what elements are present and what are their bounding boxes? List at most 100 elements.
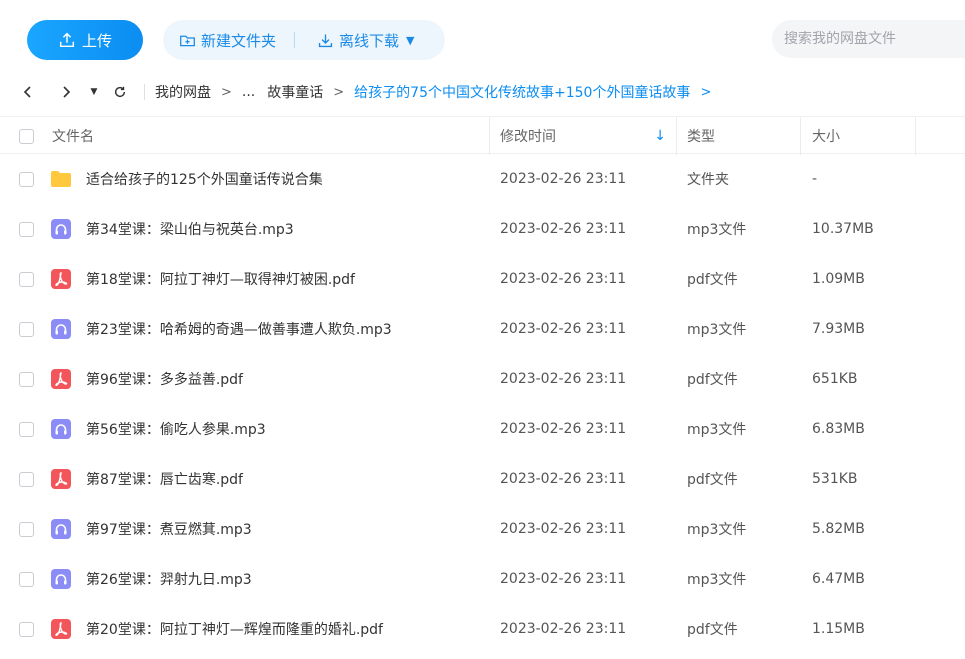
file-size: 7.93MB — [812, 321, 865, 337]
file-name[interactable]: 第34堂课：梁山伯与祝英台.mp3 — [86, 219, 294, 239]
file-name-cell: 第34堂课：梁山伯与祝英台.mp3 — [86, 204, 294, 254]
row-checkbox[interactable] — [19, 321, 34, 337]
breadcrumb-stories[interactable]: 故事童话 — [267, 82, 323, 102]
row-checkbox[interactable] — [19, 521, 34, 537]
modified-cell: 2023-02-26 23:11 — [500, 404, 626, 454]
file-table: 文件名 修改时间 ↓ 类型 大小 适合给孩子的125个外国童话传说合集 2023… — [0, 116, 965, 654]
table-row[interactable]: 第97堂课：煮豆燃萁.mp3 2023-02-26 23:11 mp3文件 5.… — [0, 504, 965, 554]
file-icon-cell — [50, 204, 72, 254]
type-cell: pdf文件 — [687, 604, 738, 654]
file-icon-cell — [50, 504, 72, 554]
file-type: mp3文件 — [687, 422, 747, 438]
table-header: 文件名 修改时间 ↓ 类型 大小 — [0, 116, 965, 155]
search-input[interactable] — [772, 20, 965, 58]
table-row[interactable]: 第23堂课：哈希姆的奇遇—做善事遭人欺负.mp3 2023-02-26 23:1… — [0, 304, 965, 354]
pdf-file-icon — [50, 368, 72, 390]
forward-button[interactable] — [56, 82, 76, 102]
file-icon-cell — [50, 554, 72, 604]
offline-download-button[interactable]: 离线下载 ▼ — [317, 20, 414, 60]
type-cell: mp3文件 — [687, 554, 746, 604]
row-checkbox[interactable] — [19, 571, 34, 587]
type-cell: mp3文件 — [687, 304, 746, 354]
table-row[interactable]: 第20堂课：阿拉丁神灯—辉煌而隆重的婚礼.pdf 2023-02-26 23:1… — [0, 604, 965, 654]
chevron-right-icon — [63, 86, 71, 98]
table-row[interactable]: 第96堂课：多多益善.pdf 2023-02-26 23:11 pdf文件 65… — [0, 354, 965, 404]
breadcrumb-my-disk[interactable]: 我的网盘 — [155, 82, 211, 102]
modified-time: 2023-02-26 23:11 — [500, 471, 627, 487]
type-cell: mp3文件 — [687, 504, 746, 554]
modified-cell: 2023-02-26 23:11 — [500, 154, 626, 204]
header-type[interactable]: 类型 — [687, 117, 801, 155]
row-checkbox-cell — [19, 354, 34, 404]
upload-label: 上传 — [81, 31, 112, 50]
toolbar: 上传 新建文件夹 离线下载 ▼ — [0, 0, 965, 70]
chevron-left-icon — [23, 86, 31, 98]
breadcrumb-current-folder[interactable]: 给孩子的75个中国文化传统故事+150个外国童话故事 — [354, 82, 690, 102]
file-type: pdf文件 — [687, 622, 738, 638]
header-name[interactable]: 文件名 — [52, 117, 490, 155]
row-checkbox[interactable] — [19, 421, 34, 437]
modified-cell: 2023-02-26 23:11 — [500, 604, 626, 654]
history-dropdown-button[interactable]: ▼ — [84, 82, 104, 102]
new-folder-icon — [180, 35, 195, 46]
file-name[interactable]: 第96堂课：多多益善.pdf — [86, 369, 243, 389]
pdf-file-icon — [50, 468, 72, 490]
file-name[interactable]: 适合给孩子的125个外国童话传说合集 — [86, 169, 323, 189]
back-button[interactable] — [18, 82, 38, 102]
file-name-cell: 第97堂课：煮豆燃萁.mp3 — [86, 504, 252, 554]
modified-time: 2023-02-26 23:11 — [500, 621, 627, 637]
file-name[interactable]: 第23堂课：哈希姆的奇遇—做善事遭人欺负.mp3 — [86, 319, 392, 339]
pdf-file-icon — [50, 268, 72, 290]
table-row[interactable]: 第18堂课：阿拉丁神灯—取得神灯被困.pdf 2023-02-26 23:11 … — [0, 254, 965, 304]
row-checkbox[interactable] — [19, 271, 34, 287]
breadcrumb-ellipsis[interactable]: ... — [242, 84, 255, 100]
table-row[interactable]: 第87堂课：唇亡齿寒.pdf 2023-02-26 23:11 pdf文件 53… — [0, 454, 965, 504]
row-checkbox-cell — [19, 604, 34, 654]
row-checkbox-cell — [19, 454, 34, 504]
new-folder-button[interactable]: 新建文件夹 — [163, 20, 294, 60]
modified-cell: 2023-02-26 23:11 — [500, 454, 626, 504]
table-row[interactable]: 第34堂课：梁山伯与祝英台.mp3 2023-02-26 23:11 mp3文件… — [0, 204, 965, 254]
table-row[interactable]: 第56堂课：偷吃人参果.mp3 2023-02-26 23:11 mp3文件 6… — [0, 404, 965, 454]
file-name[interactable]: 第87堂课：唇亡齿寒.pdf — [86, 469, 243, 489]
modified-cell: 2023-02-26 23:11 — [500, 354, 626, 404]
row-checkbox[interactable] — [19, 621, 34, 637]
caret-down-icon: ▼ — [90, 87, 98, 97]
file-type: mp3文件 — [687, 322, 747, 338]
file-name[interactable]: 第56堂课：偷吃人参果.mp3 — [86, 419, 266, 439]
navigation-bar: ▼ 我的网盘 > ... 故事童话 > 给孩子的75个中国文化传统故事+150个… — [0, 70, 965, 114]
select-all-checkbox[interactable] — [19, 128, 34, 144]
row-checkbox-cell — [19, 204, 34, 254]
modified-time: 2023-02-26 23:11 — [500, 321, 627, 337]
row-checkbox[interactable] — [19, 371, 34, 387]
header-size[interactable]: 大小 — [812, 117, 916, 155]
table-row[interactable]: 适合给孩子的125个外国童话传说合集 2023-02-26 23:11 文件夹 … — [0, 154, 965, 204]
header-name-label: 文件名 — [52, 129, 94, 145]
type-cell: mp3文件 — [687, 404, 746, 454]
modified-time: 2023-02-26 23:11 — [500, 271, 627, 287]
size-cell: 6.47MB — [812, 554, 865, 604]
file-name-cell: 第96堂课：多多益善.pdf — [86, 354, 243, 404]
modified-cell: 2023-02-26 23:11 — [500, 504, 626, 554]
file-name[interactable]: 第26堂课：羿射九日.mp3 — [86, 569, 252, 589]
file-icon-cell — [50, 354, 72, 404]
row-checkbox[interactable] — [19, 221, 34, 237]
file-name[interactable]: 第97堂课：煮豆燃萁.mp3 — [86, 519, 252, 539]
row-checkbox[interactable] — [19, 171, 34, 187]
type-cell: mp3文件 — [687, 204, 746, 254]
audio-file-icon — [50, 518, 72, 540]
file-name-cell: 第20堂课：阿拉丁神灯—辉煌而隆重的婚礼.pdf — [86, 604, 383, 654]
file-size: 10.37MB — [812, 221, 874, 237]
upload-button[interactable]: 上传 — [27, 20, 143, 60]
file-name[interactable]: 第20堂课：阿拉丁神灯—辉煌而隆重的婚礼.pdf — [86, 619, 383, 639]
file-name[interactable]: 第18堂课：阿拉丁神灯—取得神灯被困.pdf — [86, 269, 355, 289]
header-modified[interactable]: 修改时间 ↓ — [500, 117, 677, 155]
modified-time: 2023-02-26 23:11 — [500, 421, 627, 437]
row-checkbox[interactable] — [19, 471, 34, 487]
file-name-cell: 适合给孩子的125个外国童话传说合集 — [86, 154, 323, 204]
table-row[interactable]: 第26堂课：羿射九日.mp3 2023-02-26 23:11 mp3文件 6.… — [0, 554, 965, 604]
file-icon-cell — [50, 304, 72, 354]
refresh-button[interactable] — [110, 82, 130, 102]
download-icon — [318, 34, 333, 47]
file-type: pdf文件 — [687, 272, 738, 288]
